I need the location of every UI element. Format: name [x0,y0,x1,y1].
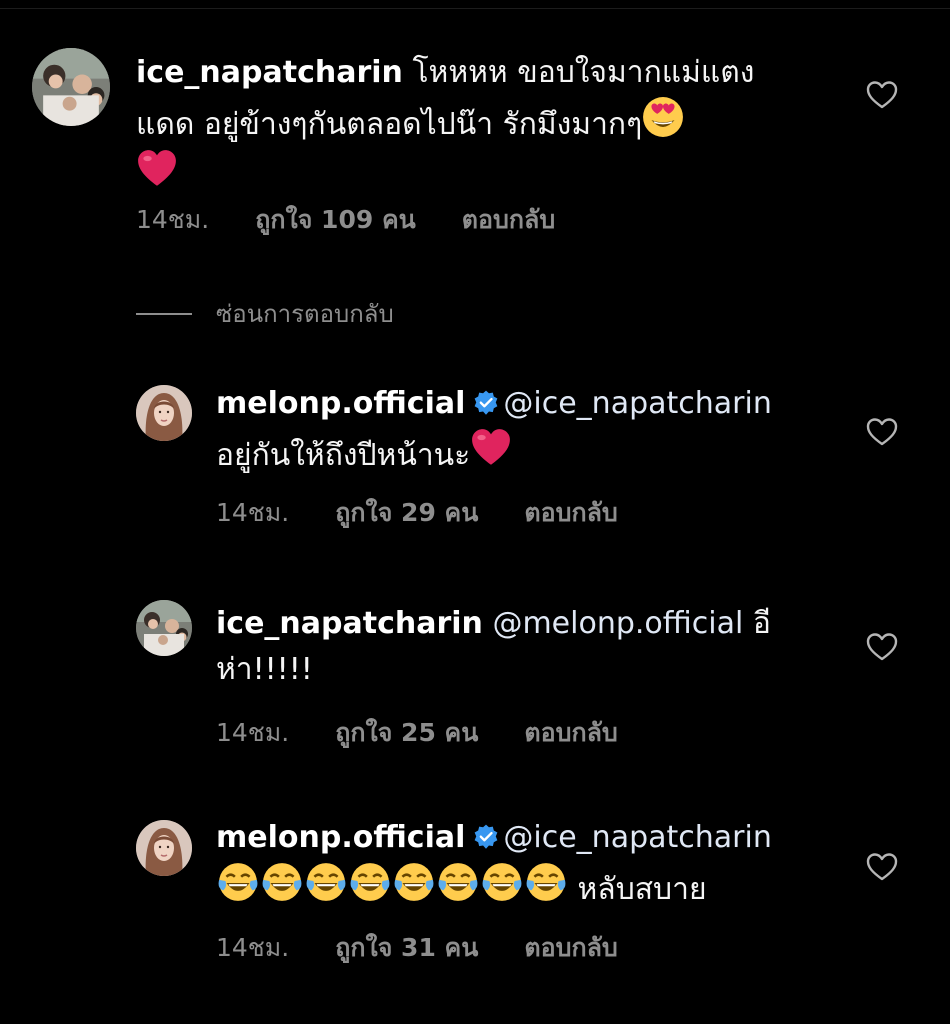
tears-of-joy-emoji-icon [524,861,568,903]
comment-username[interactable]: ice_napatcharin [136,55,403,90]
likes-count[interactable]: ถูกใจ 109 คน [255,205,416,234]
avatar[interactable] [32,48,110,126]
like-heart-icon[interactable] [866,852,898,882]
timestamp: 14ชม. [216,718,290,747]
red-heart-emoji-icon [136,148,178,190]
tears-of-joy-emoji-icon [260,861,304,903]
mention-link[interactable]: @melonp.official [492,606,743,641]
tears-of-joy-emoji-icon [480,861,524,903]
comment-username[interactable]: melonp.official [216,820,465,855]
timestamp: 14ชม. [216,498,290,527]
timestamp: 14ชม. [216,933,290,962]
likes-count[interactable]: ถูกใจ 29 คน [335,498,478,527]
comment-username[interactable]: melonp.official [216,386,465,421]
likes-count[interactable]: ถูกใจ 25 คน [335,718,478,747]
verified-badge-icon [473,390,499,416]
emoji-row [216,872,568,907]
mention-link[interactable]: @ice_napatcharin [503,820,771,855]
like-heart-icon[interactable] [866,632,898,662]
comment-body: อี [743,606,771,641]
avatar[interactable] [136,820,192,876]
like-heart-icon[interactable] [866,417,898,447]
comment-meta: 14ชม. ถูกใจ 109 คน ตอบกลับ [136,200,601,240]
comment-body: หลับสบาย [568,872,707,907]
comment-text: melonp.official @ice_napatcharin หลับสบาย [216,815,856,913]
timestamp: 14ชม. [136,205,210,234]
comment-body: อยู่กันให้ถึงปีหน้านะ [216,438,471,473]
tears-of-joy-emoji-icon [436,861,480,903]
comment-body-line2: แดด อยู่ข้างๆกันตลอดไปน๊า รักมึงมากๆ [136,107,643,142]
divider-line [136,312,192,315]
comment-body: โหหหห ขอบใจมากแม่แตง [402,55,755,90]
avatar[interactable] [136,385,192,441]
red-heart-emoji-icon [470,427,512,469]
comment-username[interactable]: ice_napatcharin [216,606,483,641]
tears-of-joy-emoji-icon [304,861,348,903]
avatar[interactable] [136,600,192,656]
comment-text: ice_napatcharin @melonp.official อี ห่า!… [216,601,856,693]
comment-text: ice_napatcharin โหหหห ขอบใจมากแม่แตง แดด… [136,50,836,200]
comment-meta: 14ชม. ถูกใจ 29 คน ตอบกลับ [216,493,664,533]
hide-replies-button[interactable]: ซ่อนการตอบกลับ [136,294,394,333]
reply-button[interactable]: ตอบกลับ [462,205,555,234]
likes-count[interactable]: ถูกใจ 31 คน [335,933,478,962]
tears-of-joy-emoji-icon [348,861,392,903]
tears-of-joy-emoji-icon [392,861,436,903]
comment-body-line2: ห่า!!!!! [216,652,313,687]
reply-button[interactable]: ตอบกลับ [524,498,617,527]
reply-button[interactable]: ตอบกลับ [524,718,617,747]
hide-replies-label: ซ่อนการตอบกลับ [216,300,394,328]
like-heart-icon[interactable] [866,80,898,110]
top-divider [0,8,950,9]
reply-button[interactable]: ตอบกลับ [524,933,617,962]
comment-meta: 14ชม. ถูกใจ 31 คน ตอบกลับ [216,928,664,968]
mention-link[interactable]: @ice_napatcharin [503,386,771,421]
tears-of-joy-emoji-icon [216,861,260,903]
comment-meta: 14ชม. ถูกใจ 25 คน ตอบกลับ [216,713,664,753]
verified-badge-icon [473,824,499,850]
heart-eyes-emoji-icon [642,96,684,138]
comment-text: melonp.official @ice_napatcharin อยู่กันใ… [216,381,856,479]
